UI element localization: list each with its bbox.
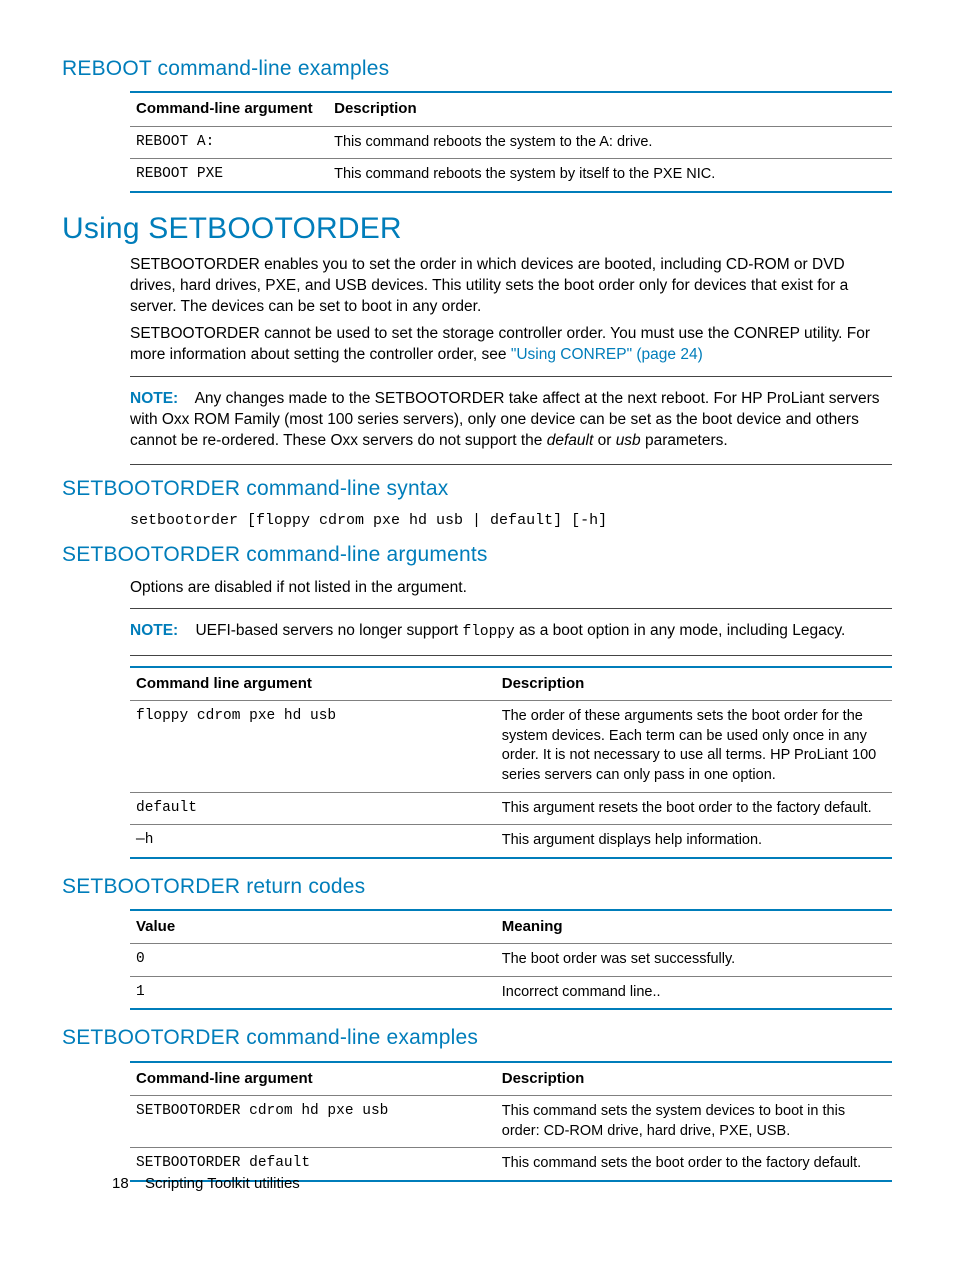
para-args-intro: Options are disabled if not listed in th… (130, 578, 892, 599)
th-arg: Command-line argument (130, 92, 328, 126)
th-value: Value (130, 910, 496, 944)
note-floppy: NOTE: UEFI-based servers no longer suppo… (130, 608, 892, 656)
table-row: floppy cdrom pxe hd usb The order of the… (130, 701, 892, 792)
th-desc: Description (328, 92, 892, 126)
note-text: as a boot option in any mode, including … (515, 622, 846, 639)
heading-using-setbootorder: Using SETBOOTORDER (62, 209, 892, 250)
cell-desc: This argument displays help information. (496, 825, 892, 858)
th-desc: Description (496, 1062, 892, 1096)
note-label: NOTE: (130, 390, 178, 407)
table-examples: Command-line argument Description SETBOO… (130, 1061, 892, 1182)
footer-title: Scripting Toolkit utilities (145, 1175, 300, 1192)
code-floppy: floppy (463, 624, 515, 640)
para-intro-2: SETBOOTORDER cannot be used to set the s… (130, 324, 892, 366)
heading-args: SETBOOTORDER command-line arguments (62, 541, 892, 569)
cell-arg: default (130, 792, 496, 825)
note-text: parameters. (641, 432, 728, 449)
table-reboot-examples: Command-line argument Description REBOOT… (130, 91, 892, 192)
note-text: or (593, 432, 615, 449)
link-conrep[interactable]: "Using CONREP" (page 24) (511, 346, 703, 363)
cell-desc: This command reboots the system to the A… (328, 126, 892, 159)
cell-desc: The boot order was set successfully. (496, 944, 892, 977)
th-arg: Command line argument (130, 667, 496, 701)
note-label: NOTE: (130, 622, 178, 639)
cell-arg: SETBOOTORDER cdrom hd pxe usb (130, 1095, 496, 1147)
note-text: UEFI-based servers no longer support (195, 622, 462, 639)
table-return-codes: Value Meaning 0 The boot order was set s… (130, 909, 892, 1010)
table-row: 0 The boot order was set successfully. (130, 944, 892, 977)
table-row: default This argument resets the boot or… (130, 792, 892, 825)
heading-return-codes: SETBOOTORDER return codes (62, 873, 892, 901)
note-setbootorder: NOTE: Any changes made to the SETBOOTORD… (130, 376, 892, 465)
cell-desc: This command reboots the system by itsel… (328, 159, 892, 192)
table-row: 1 Incorrect command line.. (130, 976, 892, 1009)
cell-arg: REBOOT PXE (130, 159, 328, 192)
cell-desc: The order of these arguments sets the bo… (496, 701, 892, 792)
note-em-default: default (547, 432, 594, 449)
cell-arg: REBOOT A: (130, 126, 328, 159)
table-row: REBOOT PXE This command reboots the syst… (130, 159, 892, 192)
page-footer: 18 Scripting Toolkit utilities (112, 1174, 300, 1195)
th-desc: Description (496, 667, 892, 701)
note-em-usb: usb (616, 432, 641, 449)
cell-val: 1 (130, 976, 496, 1009)
table-row: SETBOOTORDER cdrom hd pxe usb This comma… (130, 1095, 892, 1147)
cell-arg: —h (130, 825, 496, 858)
cell-desc: This command sets the boot order to the … (496, 1148, 892, 1181)
table-args: Command line argument Description floppy… (130, 666, 892, 859)
heading-examples: SETBOOTORDER command-line examples (62, 1024, 892, 1052)
heading-reboot-examples: REBOOT command-line examples (62, 55, 892, 83)
th-arg: Command-line argument (130, 1062, 496, 1096)
cell-desc: This command sets the system devices to … (496, 1095, 892, 1147)
note-text: Any changes made to the SETBOOTORDER tak… (130, 390, 880, 449)
cell-desc: This argument resets the boot order to t… (496, 792, 892, 825)
table-row: REBOOT A: This command reboots the syste… (130, 126, 892, 159)
cell-arg: floppy cdrom pxe hd usb (130, 701, 496, 792)
heading-syntax: SETBOOTORDER command-line syntax (62, 475, 892, 503)
code-syntax: setbootorder [floppy cdrom pxe hd usb | … (130, 511, 892, 531)
cell-val: 0 (130, 944, 496, 977)
th-meaning: Meaning (496, 910, 892, 944)
cell-desc: Incorrect command line.. (496, 976, 892, 1009)
table-row: —h This argument displays help informati… (130, 825, 892, 858)
page-number: 18 (112, 1175, 129, 1192)
para-intro-1: SETBOOTORDER enables you to set the orde… (130, 255, 892, 318)
para-text: SETBOOTORDER cannot be used to set the s… (130, 325, 870, 363)
